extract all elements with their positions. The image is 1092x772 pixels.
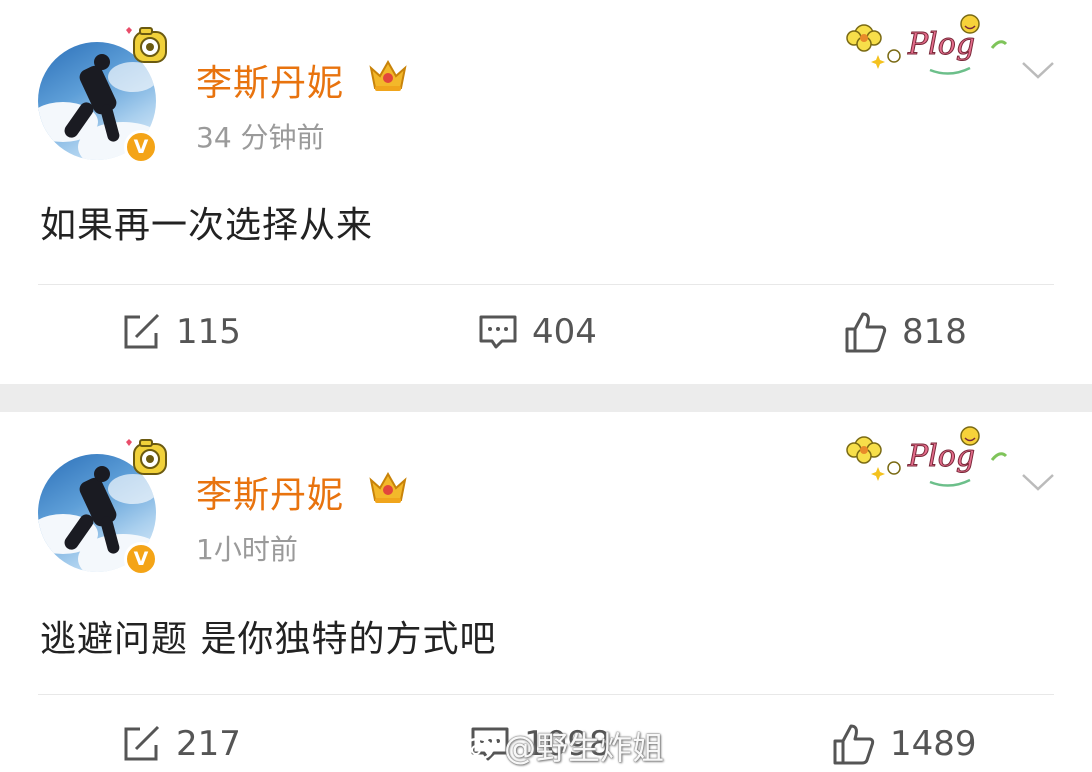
comment-count: 404 xyxy=(532,312,597,352)
post-separator xyxy=(0,384,1092,412)
comment-button[interactable]: 404 xyxy=(478,310,597,354)
like-button[interactable]: 818 xyxy=(844,310,967,354)
comment-icon xyxy=(479,315,517,349)
repost-count: 115 xyxy=(176,312,241,352)
post-time: 34 分钟前 xyxy=(196,121,325,154)
chevron-down-icon[interactable] xyxy=(1020,58,1056,82)
watermark: @野生炸姐 xyxy=(462,722,664,770)
author-name[interactable]: 李斯丹妮 xyxy=(196,54,344,106)
plog-sticker-icon: Plog xyxy=(846,14,1008,75)
like-icon xyxy=(833,724,875,765)
post-time: 1小时前 xyxy=(196,533,298,566)
author-name[interactable]: 李斯丹妮 xyxy=(196,466,344,518)
avatar[interactable]: V xyxy=(38,439,167,576)
repost-button[interactable]: 217 xyxy=(122,722,241,766)
chevron-down-icon[interactable] xyxy=(1020,470,1056,494)
verified-v-icon: V xyxy=(124,542,158,576)
weibo-post[interactable]: V 李斯丹妮 1小时前 Plog 逃避问题 是你独特的方式吧 217 1098 … xyxy=(0,412,1092,772)
verified-v-icon: V xyxy=(124,130,158,164)
crown-icon xyxy=(369,59,407,91)
plog-sticker-icon: Plog xyxy=(846,426,1008,487)
weibo-logo-icon xyxy=(462,733,498,761)
divider xyxy=(38,284,1054,285)
watermark-text: @野生炸姐 xyxy=(504,729,665,767)
repost-icon xyxy=(124,313,160,349)
weibo-post[interactable]: V 李斯丹妮 34 分钟前 Plog 如果再一次选择从来 115 404 818 xyxy=(0,0,1092,384)
like-button[interactable]: 1489 xyxy=(832,722,977,766)
avatar-pendant-icon xyxy=(126,439,167,475)
divider xyxy=(38,694,1054,695)
repost-icon xyxy=(124,725,160,761)
post-text: 逃避问题 是你独特的方式吧 xyxy=(40,619,497,660)
like-icon xyxy=(845,312,887,353)
repost-button[interactable]: 115 xyxy=(122,310,241,354)
like-count: 818 xyxy=(902,312,967,352)
avatar-pendant-icon xyxy=(126,27,167,63)
post-text: 如果再一次选择从来 xyxy=(40,205,374,246)
avatar[interactable]: V xyxy=(38,27,167,164)
crown-icon xyxy=(369,471,407,503)
like-count: 1489 xyxy=(890,724,977,764)
repost-count: 217 xyxy=(176,724,241,764)
